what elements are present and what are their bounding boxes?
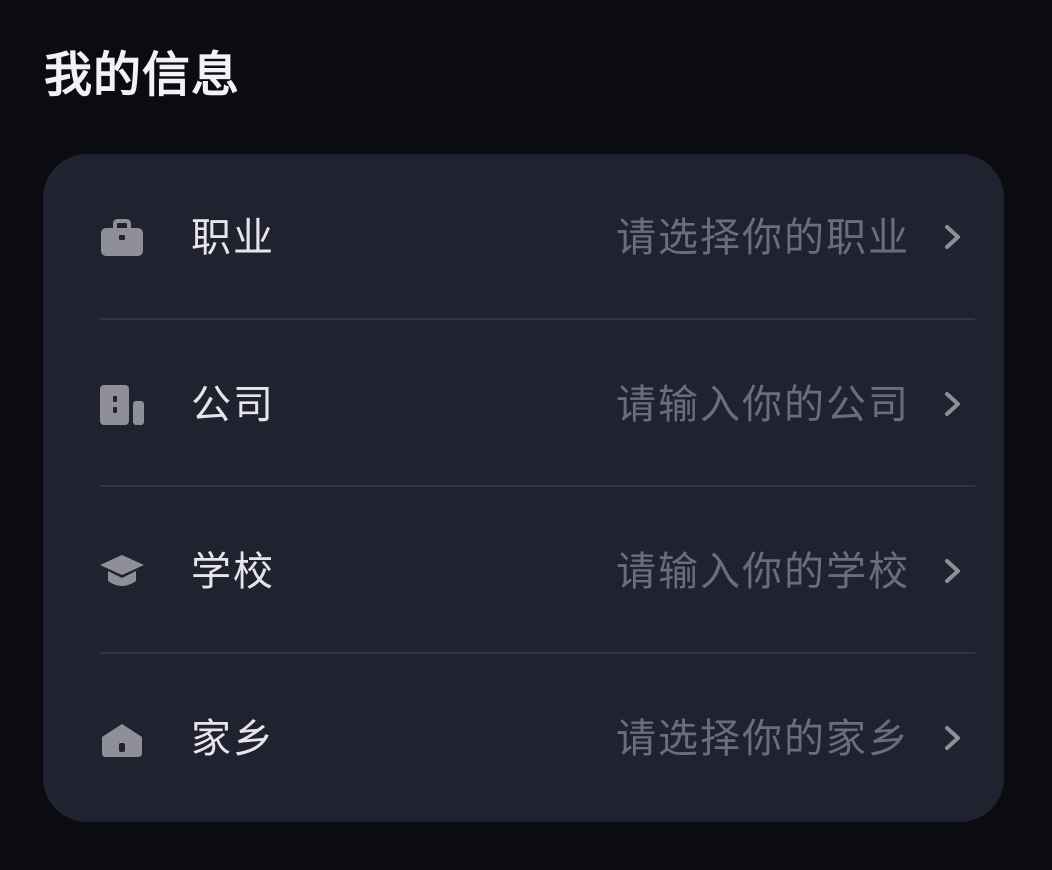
chevron-right-icon: [945, 726, 960, 750]
page-title: 我的信息: [44, 47, 241, 103]
chevron-right-icon: [945, 225, 960, 249]
info-row-label: 公司: [191, 382, 275, 428]
info-row-hometown[interactable]: 家乡 请选择你的家乡: [43, 655, 1004, 822]
info-row-label: 学校: [191, 549, 275, 595]
graduation-cap-icon: [99, 549, 145, 595]
chevron-right-icon: [945, 559, 960, 583]
building-icon: [99, 382, 145, 428]
school-input[interactable]: 请输入你的学校: [616, 546, 910, 598]
row-divider: [100, 652, 975, 654]
info-row-occupation[interactable]: 职业 请选择你的职业: [43, 154, 1004, 321]
briefcase-icon: [99, 215, 145, 261]
occupation-select[interactable]: 请选择你的职业: [616, 212, 910, 264]
row-divider: [100, 485, 975, 487]
home-icon: [99, 716, 145, 762]
info-row-company[interactable]: 公司 请输入你的公司: [43, 321, 1004, 488]
info-card: 职业 请选择你的职业 公司 请输入你的公司 学校 请输入你的学校 家乡 请选择你…: [43, 154, 1004, 822]
info-row-label: 家乡: [191, 716, 275, 762]
hometown-select[interactable]: 请选择你的家乡: [616, 713, 910, 765]
chevron-right-icon: [945, 392, 960, 416]
row-divider: [100, 318, 975, 320]
info-row-label: 职业: [191, 215, 275, 261]
info-row-school[interactable]: 学校 请输入你的学校: [43, 488, 1004, 655]
company-input[interactable]: 请输入你的公司: [616, 379, 910, 431]
